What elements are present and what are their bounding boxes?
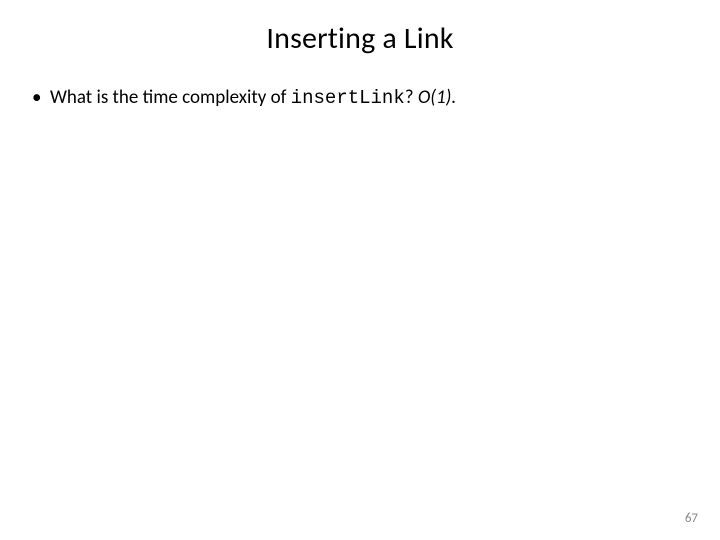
bullet-item: What is the time complexity of insertLin…: [32, 85, 688, 112]
bullet-text-prefix: What is the time complexity of: [50, 86, 291, 109]
page-number: 67: [685, 511, 698, 526]
slide-container: Inserting a Link What is the time comple…: [0, 0, 720, 540]
bullet-answer: O(1).: [418, 86, 456, 109]
slide-title: Inserting a Link: [32, 20, 688, 57]
bullet-question: ?: [405, 86, 418, 109]
bullet-list: What is the time complexity of insertLin…: [32, 85, 688, 112]
bullet-code: insertLink: [291, 87, 405, 109]
